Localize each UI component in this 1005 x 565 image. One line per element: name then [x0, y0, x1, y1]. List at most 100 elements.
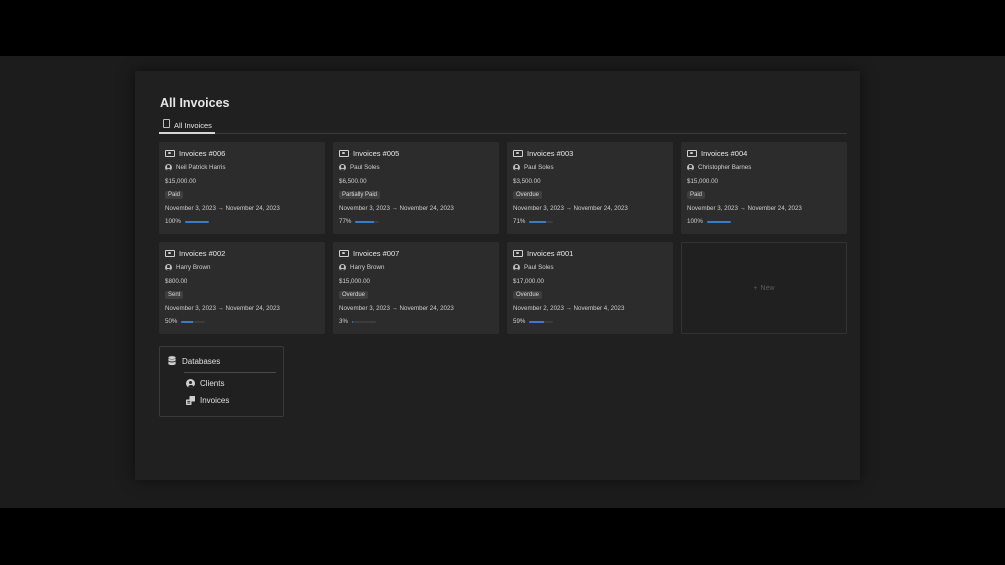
progress-row: 50% [165, 318, 206, 325]
progress-percent: 71% [513, 218, 526, 225]
progress-bar [355, 220, 380, 223]
progress-percent: 50% [165, 318, 178, 325]
client-name: Neil Patrick Harris [176, 164, 226, 171]
date-range: November 3, 2023 → November 24, 2023 [513, 205, 628, 212]
card-title-row: Invoices #002 [165, 249, 225, 258]
divider [184, 372, 276, 373]
database-icon [168, 356, 176, 366]
progress-fill [184, 220, 209, 223]
new-card-label: New [760, 284, 775, 292]
date-range: November 3, 2023 → November 24, 2023 [165, 205, 280, 212]
new-card-button[interactable]: + New [681, 242, 847, 334]
status-badge: Sent [165, 291, 184, 299]
card-title-row: Invoices #003 [513, 149, 573, 158]
view-tabbar: All Invoices [159, 119, 847, 134]
person-icon [165, 264, 172, 271]
status-badge: Overdue [513, 191, 543, 199]
person-icon [687, 164, 694, 171]
invoice-card[interactable]: Invoices #004 Christopher Barnes $15,000.0… [681, 142, 847, 234]
invoice-card[interactable]: Invoices #006 Neil Patrick Harris $15,000.… [159, 142, 325, 234]
client-name: Paul Soles [524, 164, 554, 171]
status-badge: Overdue [513, 291, 543, 299]
card-title-row: Invoices #005 [339, 149, 399, 158]
client-row: Neil Patrick Harris [165, 164, 226, 171]
status-badge: Paid [687, 191, 706, 199]
status-badge: Overdue [339, 291, 369, 299]
card-title: Invoices #006 [179, 149, 226, 158]
card-title: Invoices #004 [701, 149, 748, 158]
invoice-card[interactable]: Invoices #003 Paul Soles $3,500.00 Overdue N… [507, 142, 673, 234]
invoice-amount: $800.00 [165, 278, 188, 285]
progress-fill [355, 220, 374, 223]
database-page: All Invoices All Invoices Invoices #006 N… [135, 71, 860, 480]
ticket-icon [165, 250, 175, 257]
invoices-db-icon [186, 396, 195, 405]
progress-percent: 100% [687, 218, 703, 225]
progress-bar [184, 220, 209, 223]
client-row: Paul Soles [339, 164, 380, 171]
client-name: Paul Soles [350, 164, 380, 171]
status-badge: Paid [165, 191, 184, 199]
ticket-icon [339, 250, 349, 257]
invoice-card[interactable]: Invoices #001 Paul Soles $17,000.00 Overdue… [507, 242, 673, 334]
ticket-icon [513, 150, 523, 157]
person-icon [165, 164, 172, 171]
card-title-row: Invoices #001 [513, 249, 573, 258]
progress-percent: 100% [165, 218, 181, 225]
progress-bar [181, 320, 206, 323]
person-icon [339, 264, 346, 271]
client-name: Harry Brown [176, 264, 211, 271]
person-icon [513, 164, 520, 171]
client-name: Harry Brown [350, 264, 385, 271]
client-name: Christopher Barnes [698, 164, 752, 171]
client-row: Harry Brown [165, 264, 210, 271]
tab-label: All Invoices [174, 121, 212, 130]
client-row: Christopher Barnes [687, 164, 751, 171]
database-link-label: Clients [200, 379, 225, 388]
client-row: Paul Soles [513, 164, 554, 171]
ticket-icon [165, 150, 175, 157]
progress-bar [706, 220, 731, 223]
progress-percent: 3% [339, 318, 348, 325]
invoice-card[interactable]: Invoices #005 Paul Soles $6,500.00 Partiall… [333, 142, 499, 234]
tab-all-invoices[interactable]: All Invoices [159, 119, 215, 134]
card-title-row: Invoices #004 [687, 149, 747, 158]
person-icon [339, 164, 346, 171]
page-title: All Invoices [160, 96, 230, 110]
date-range: November 3, 2023 → November 24, 2023 [687, 205, 802, 212]
database-link-invoices[interactable]: Invoices [186, 396, 229, 405]
progress-bar [351, 320, 376, 323]
databases-heading: Databases [168, 356, 220, 366]
database-link-clients[interactable]: Clients [186, 379, 224, 388]
ticket-icon [687, 150, 697, 157]
card-title-row: Invoices #006 [165, 149, 225, 158]
card-title: Invoices #007 [353, 249, 400, 258]
progress-row: 3% [339, 318, 376, 325]
date-range: November 3, 2023 → November 24, 2023 [339, 205, 454, 212]
ticket-icon [339, 150, 349, 157]
progress-row: 77% [339, 218, 380, 225]
progress-bar [529, 220, 554, 223]
card-title: Invoices #002 [179, 249, 226, 258]
databases-block: Databases Clients Invoices [159, 346, 284, 417]
progress-row: 71% [513, 218, 554, 225]
progress-fill [351, 320, 353, 323]
progress-bar [529, 320, 554, 323]
progress-row: 59% [513, 318, 554, 325]
invoice-amount: $15,000.00 [339, 278, 370, 285]
date-range: November 3, 2023 → November 24, 2023 [339, 305, 454, 312]
app-window: All Invoices All Invoices Invoices #006 N… [0, 56, 1005, 508]
person-icon [186, 379, 195, 388]
plus-icon: + [753, 284, 758, 292]
card-title: Invoices #005 [353, 149, 400, 158]
invoice-amount: $15,000.00 [165, 178, 196, 185]
card-title-row: Invoices #007 [339, 249, 399, 258]
view-icon [163, 119, 170, 128]
client-row: Paul Soles [513, 264, 554, 271]
progress-row: 100% [165, 218, 209, 225]
database-link-label: Invoices [200, 396, 230, 405]
person-icon [513, 264, 520, 271]
invoice-card[interactable]: Invoices #007 Harry Brown $15,000.00 Overdu… [333, 242, 499, 334]
status-badge: Partially Paid [339, 191, 381, 199]
invoice-card[interactable]: Invoices #002 Harry Brown $800.00 Sent Novem… [159, 242, 325, 334]
